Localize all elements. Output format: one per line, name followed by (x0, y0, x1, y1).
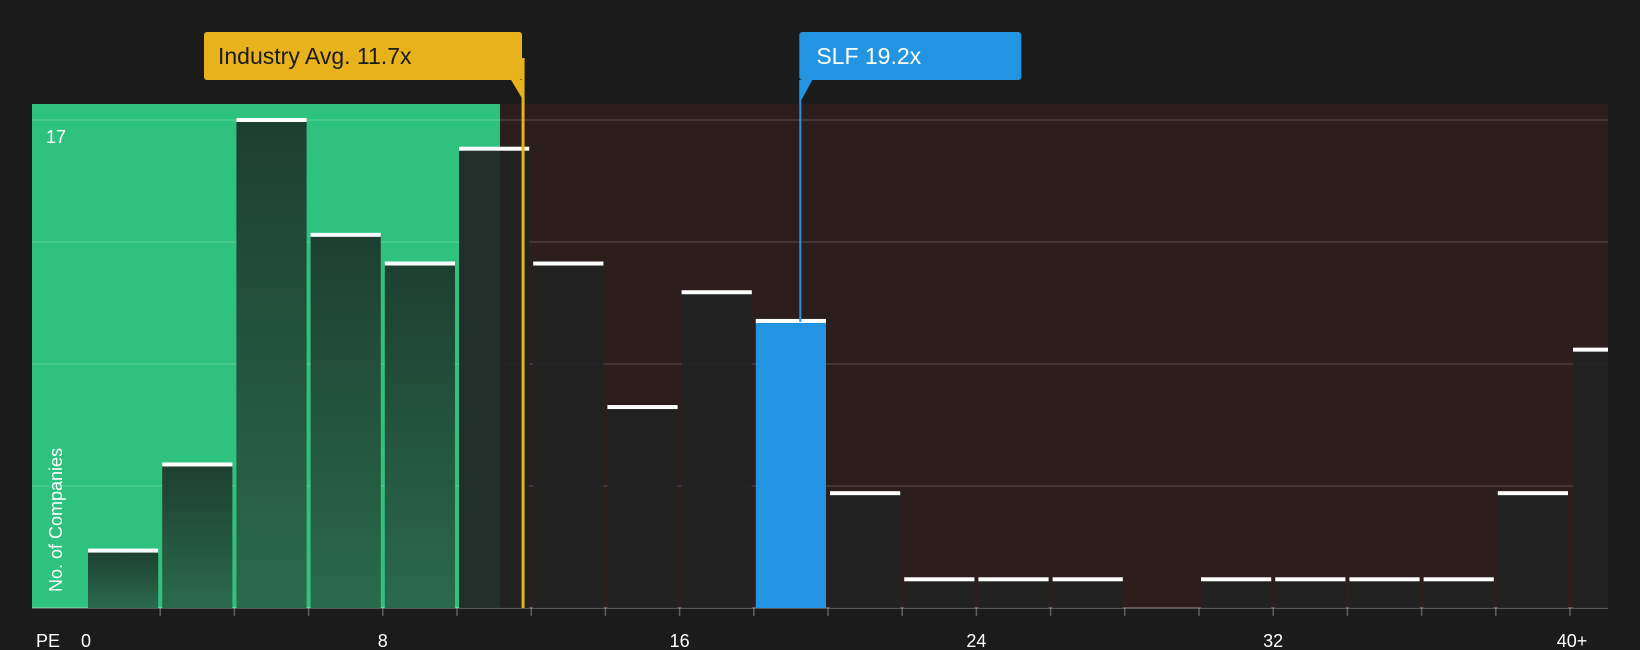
bar-cap-2 (162, 462, 233, 467)
bar-cap-0 (88, 548, 159, 553)
bar-6 (310, 234, 381, 608)
bar-38 (1497, 493, 1568, 608)
industry-avg-callout-pointer (511, 80, 524, 100)
industry-avg-label: Industry Avg. 11.7x (218, 43, 412, 69)
bar-10 (459, 148, 530, 609)
bar-16 (681, 292, 752, 608)
bar-cap-6 (310, 232, 381, 237)
bar-2 (162, 464, 233, 608)
bar-24 (978, 579, 1049, 608)
bar-cap-26 (1052, 577, 1123, 582)
company-pe-label: SLF 19.2x (816, 43, 921, 69)
bar-36 (1423, 579, 1494, 608)
bar-0 (88, 550, 159, 608)
bar-20 (830, 493, 901, 608)
bar-cap-18 (755, 318, 826, 323)
bar-30 (1201, 579, 1272, 608)
bar-cap-40 (1573, 347, 1608, 352)
bar-cap-14 (607, 405, 678, 410)
y-axis-label: No. of Companies (46, 448, 66, 592)
bar-cap-32 (1275, 577, 1346, 582)
bar-18 (755, 320, 826, 608)
bar-cap-8 (384, 261, 455, 266)
x-tick-label: 0 (81, 631, 91, 650)
x-tick-label: 32 (1263, 631, 1283, 650)
x-tick-label: 16 (670, 631, 690, 650)
x-tick-label: 8 (378, 631, 388, 650)
bar-cap-34 (1349, 577, 1420, 582)
bar-cap-10 (459, 146, 530, 151)
bar-cap-16 (681, 290, 752, 295)
bar-4 (236, 120, 307, 608)
bar-8 (384, 263, 455, 608)
bar-cap-24 (978, 577, 1049, 582)
bar-34 (1349, 579, 1420, 608)
bar-cap-22 (904, 577, 975, 582)
bar-cap-36 (1423, 577, 1494, 582)
y-max-label: 17 (46, 127, 66, 147)
bar-cap-38 (1497, 491, 1568, 496)
x-axis-label: PE (36, 631, 60, 650)
bar-12 (533, 263, 604, 608)
bar-cap-20 (830, 491, 901, 496)
bar-26 (1052, 579, 1123, 608)
bar-22 (904, 579, 975, 608)
bar-40 (1573, 349, 1608, 608)
bar-cap-30 (1201, 577, 1272, 582)
bar-14 (607, 407, 678, 608)
x-tick-label: 40+ (1557, 631, 1588, 650)
bar-32 (1275, 579, 1346, 608)
pe-histogram-chart: Industry Avg. 11.7x SLF 19.2x PE 0 8 16 24 32 4… (32, 32, 1608, 650)
bar-cap-4 (236, 118, 307, 122)
bar-cap-12 (533, 261, 604, 266)
x-tick-label: 24 (966, 631, 986, 650)
